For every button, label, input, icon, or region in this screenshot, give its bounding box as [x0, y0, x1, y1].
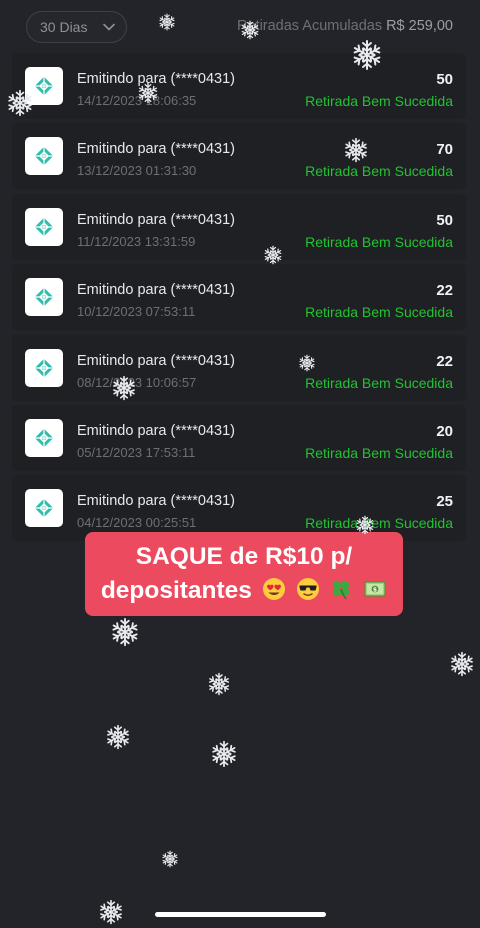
withdrawal-amount: 70 — [436, 141, 453, 159]
withdrawal-list: Emitindo para (****0431) 14/12/2023 18:0… — [12, 53, 466, 546]
snowflake-icon — [263, 245, 283, 265]
home-indicator[interactable] — [155, 912, 326, 917]
withdrawal-date: 04/12/2023 00:25:51 — [77, 515, 197, 531]
snowflake-icon — [137, 82, 159, 104]
withdrawal-date: 10/12/2023 07:53:11 — [77, 304, 196, 320]
withdrawal-amount: 22 — [436, 282, 453, 300]
snowflake-icon — [6, 89, 34, 117]
snowflake-icon — [240, 20, 260, 40]
snowflake-icon — [298, 354, 316, 372]
pix-logo-icon — [25, 278, 63, 317]
money-emoji: $ — [364, 581, 386, 597]
withdrawal-title: Emitindo para (****0431) — [77, 493, 235, 510]
snowflake-icon — [343, 137, 369, 163]
withdrawal-row[interactable]: Emitindo para (****0431) 05/12/2023 17:5… — [12, 404, 466, 471]
pix-logo-icon — [25, 489, 63, 528]
withdrawal-title: Emitindo para (****0431) — [77, 422, 235, 439]
four-leaf-clover-emoji — [333, 580, 350, 600]
withdrawal-amount: 50 — [436, 211, 453, 229]
withdrawal-status: Retirada Bem Sucedida — [305, 93, 453, 109]
snowflake-icon — [98, 899, 124, 925]
withdrawal-status: Retirada Bem Sucedida — [305, 515, 453, 532]
withdrawal-title: Emitindo para (****0431) — [77, 352, 235, 369]
promo-banner: SAQUE de R$10 p/ depositantes $ — [85, 532, 403, 616]
period-filter-label: 30 Dias — [40, 19, 88, 35]
accumulated-value: R$ 259,00 — [386, 18, 453, 34]
withdrawal-amount: 50 — [436, 71, 453, 88]
withdrawal-row[interactable]: Emitindo para (****0431) 10/12/2023 07:5… — [12, 264, 466, 331]
withdrawal-row[interactable]: Emitindo para (****0431) 13/12/2023 01:3… — [12, 123, 466, 190]
snowflake-icon — [449, 651, 475, 677]
chevron-down-icon — [103, 23, 115, 31]
pix-logo-icon — [25, 137, 63, 176]
withdrawal-title: Emitindo para (****0431) — [77, 141, 235, 158]
pix-logo-icon — [25, 348, 63, 387]
snowflake-icon — [210, 740, 238, 768]
svg-text:$: $ — [373, 587, 377, 594]
snowflake-icon — [161, 850, 179, 868]
snowflake-icon — [158, 13, 176, 31]
snowflake-icon — [111, 375, 137, 401]
snowflake-icon — [105, 724, 131, 750]
snowflake-icon — [207, 672, 231, 696]
withdrawal-status: Retirada Bem Sucedida — [305, 374, 453, 391]
withdrawal-amount: 22 — [436, 352, 453, 370]
withdrawal-status: Retirada Bem Sucedida — [305, 233, 453, 250]
withdrawal-title: Emitindo para (****0431) — [77, 282, 235, 299]
withdrawal-row[interactable]: Emitindo para (****0431) 11/12/2023 13:3… — [12, 193, 466, 260]
period-filter-dropdown[interactable]: 30 Dias — [26, 11, 127, 43]
promo-line-2-text: depositantes — [100, 577, 252, 604]
withdrawal-date: 05/12/2023 17:53:11 — [77, 444, 196, 460]
withdrawal-status: Retirada Bem Sucedida — [305, 304, 453, 321]
promo-line-2: depositantes $ — [101, 574, 387, 608]
snowflake-icon — [355, 515, 375, 535]
accumulated-withdrawals: Retiradas Acumuladas R$ 259,00 — [237, 18, 453, 34]
withdrawal-amount: 20 — [436, 422, 453, 440]
withdrawal-date: 11/12/2023 13:31:59 — [77, 233, 196, 249]
sunglasses-emoji — [296, 578, 319, 600]
withdrawal-row[interactable]: Emitindo para (****0431) 14/12/2023 18:0… — [12, 53, 466, 119]
snowflake-icon — [110, 617, 140, 647]
snowflake-icon — [351, 39, 383, 71]
withdrawal-row[interactable]: Emitindo para (****0431) 08/12/2023 10:0… — [12, 334, 466, 401]
withdrawal-amount: 25 — [436, 493, 453, 511]
screen: 30 Dias Retiradas Acumuladas R$ 259,00 E… — [0, 0, 480, 928]
withdrawal-status: Retirada Bem Sucedida — [305, 444, 453, 461]
withdrawal-status: Retirada Bem Sucedida — [305, 163, 453, 180]
withdrawal-date: 13/12/2023 01:31:30 — [77, 163, 197, 179]
pix-logo-icon — [25, 418, 63, 457]
promo-line-1: SAQUE de R$10 p/ — [135, 543, 353, 570]
withdrawal-title: Emitindo para (****0431) — [77, 211, 235, 228]
pix-logo-icon — [25, 207, 63, 246]
heart-eyes-emoji — [262, 578, 285, 600]
